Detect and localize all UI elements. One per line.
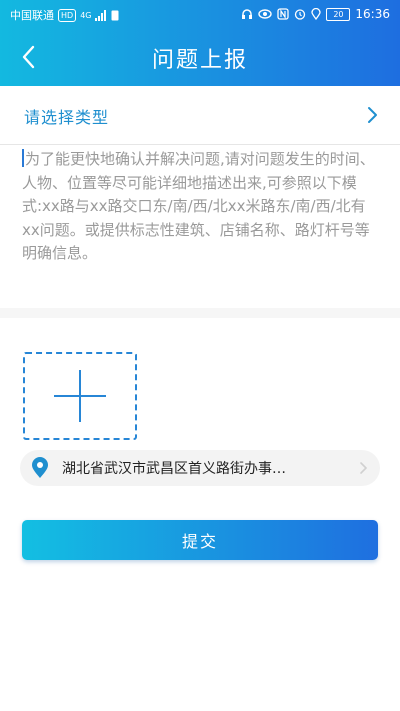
network-label: 4G [80,10,92,20]
location-text: 湖北省武汉市武昌区首义路街办事… [62,461,286,477]
signal-icon [95,9,107,21]
location-selector[interactable]: 湖北省武汉市武昌区首义路街办事… [20,450,380,486]
chevron-right-icon [360,462,368,474]
headset-icon [242,9,253,19]
text-cursor [22,149,24,167]
section-divider [0,308,400,318]
page-title: 问题上报 [151,48,248,73]
description-placeholder: 为了能更快地确认并解决问题,请对问题发生的时间、人物、位置等尽可能详细地描述出来… [22,150,375,262]
description-textarea[interactable]: 为了能更快地确认并解决问题,请对问题发生的时间、人物、位置等尽可能详细地描述出来… [22,148,378,298]
header-bar: 中国联通 HD 4G 20 16:36 问题上报 [0,0,400,86]
clock-label: 16:36 [355,7,390,21]
nfc-icon [277,8,290,20]
carrier-label: 中国联通 [10,9,54,22]
type-selector[interactable]: 请选择类型 [0,86,400,145]
location-status-icon [311,8,322,20]
submit-button[interactable]: 提交 [22,520,378,560]
add-photo-button[interactable] [23,352,137,440]
type-selector-label: 请选择类型 [24,108,110,127]
alarm-icon [295,9,306,20]
status-bar: 中国联通 HD 4G 20 16:36 [0,0,400,28]
eye-icon [258,9,273,19]
map-pin-icon [32,457,48,478]
sim-icon [111,10,119,20]
battery-indicator: 20 [326,7,351,21]
chevron-right-icon [368,107,377,123]
hd-badge: HD [58,8,77,22]
